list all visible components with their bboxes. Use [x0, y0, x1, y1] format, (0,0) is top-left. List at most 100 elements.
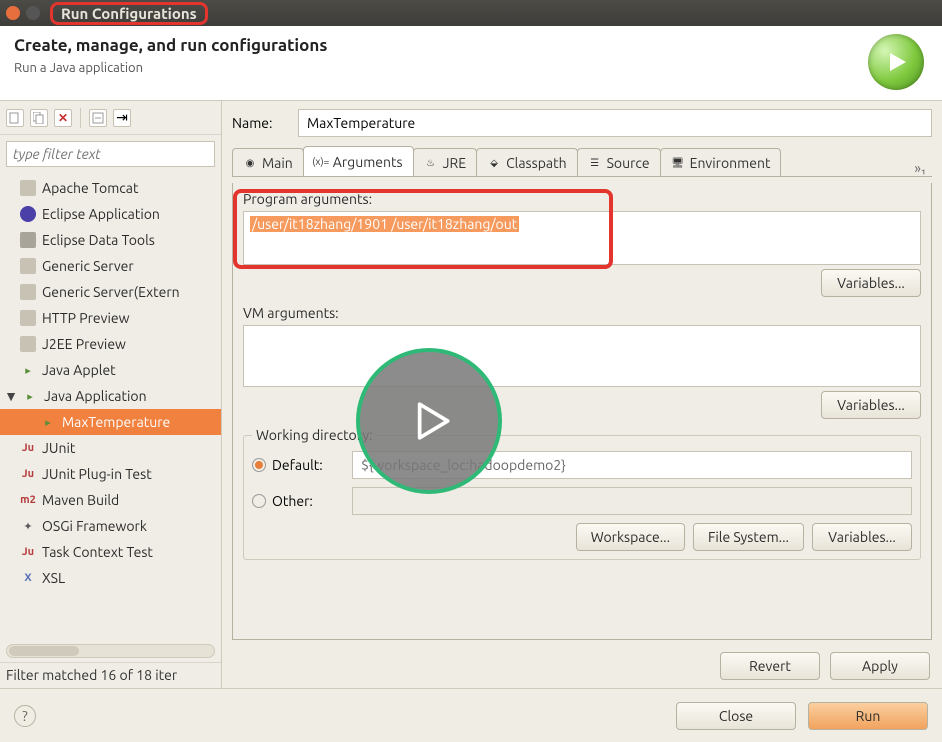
tree-item-eclipse-data-tools[interactable]: Eclipse Data Tools [0, 227, 221, 253]
name-label: Name: [232, 115, 288, 131]
program-args-variables-button[interactable]: Variables... [821, 269, 921, 297]
tree-item-osgi-framework[interactable]: ✦ OSGi Framework [0, 513, 221, 539]
classpath-tab-icon: ⬙ [487, 156, 501, 170]
program-args-value: /user/it18zhang/1901 /user/it18zhang/out [250, 216, 519, 232]
tab-label: Main [262, 155, 293, 171]
dialog-subtitle: Run a Java application [14, 61, 327, 75]
tree-item-label: MaxTemperature [62, 414, 170, 430]
server-icon [20, 336, 36, 352]
new-config-icon[interactable] [6, 109, 24, 127]
java-icon: ▸ [22, 388, 38, 404]
jre-tab-icon: ♨ [424, 156, 438, 170]
java-icon: ▸ [40, 414, 56, 430]
tab-label: Classpath [506, 155, 567, 171]
radio-checked-icon[interactable] [252, 458, 266, 472]
wd-default-radio-label[interactable]: Default: [252, 457, 342, 473]
tree-item-label: Generic Server [42, 258, 134, 274]
tree-item-label: JUnit [42, 440, 75, 456]
sidebar-toolbar: ✕ ⇥ [0, 101, 221, 135]
window-minimize-icon[interactable] [26, 6, 40, 20]
tree-item-label: Generic Server(Extern [42, 284, 180, 300]
tab-environment[interactable]: 🖥Environment [660, 148, 782, 176]
tree-item-label: Apache Tomcat [42, 180, 138, 196]
applet-icon: ▸ [20, 362, 36, 378]
tab-label: JRE [443, 155, 466, 171]
tree-item-label: HTTP Preview [42, 310, 129, 326]
tab-jre[interactable]: ♨ JRE [413, 148, 477, 176]
tree-item-j2ee-preview[interactable]: J2EE Preview [0, 331, 221, 357]
tab-source[interactable]: ☰ Source [577, 148, 661, 176]
tree-item-label: Task Context Test [42, 544, 153, 560]
config-tree[interactable]: Apache Tomcat Eclipse ApplicationEclipse … [0, 173, 221, 640]
tree-item-http-preview[interactable]: HTTP Preview [0, 305, 221, 331]
chevron-down-icon[interactable]: ▼ [6, 388, 16, 404]
filter-input[interactable] [6, 141, 215, 167]
horizontal-scrollbar[interactable] [6, 644, 215, 658]
tree-item-apache-tomcat[interactable]: Apache Tomcat [0, 175, 221, 201]
dialog-header: Create, manage, and run configurations R… [0, 26, 942, 100]
working-directory-group: Working directory: Default: Other: [243, 427, 921, 560]
tab-classpath[interactable]: ⬙ Classpath [476, 148, 578, 176]
osgi-icon: ✦ [20, 518, 36, 534]
apply-button[interactable]: Apply [830, 652, 930, 680]
arguments-tab-pane: Program arguments: /user/it18zhang/1901 … [232, 183, 932, 640]
server-icon [20, 180, 36, 196]
tree-item-xsl[interactable]: XXSL [0, 565, 221, 591]
duplicate-config-icon[interactable] [30, 109, 48, 127]
collapse-all-icon[interactable] [89, 109, 107, 127]
dialog-footer: ? Close Run [0, 688, 942, 742]
tree-item-generic-server[interactable]: Generic Server [0, 253, 221, 279]
vm-args-variables-button[interactable]: Variables... [821, 391, 921, 419]
server-icon [20, 258, 36, 274]
tabs-overflow-icon[interactable]: »₁ [908, 160, 932, 176]
tree-item-label: OSGi Framework [42, 518, 147, 534]
working-directory-legend: Working directory: [252, 427, 377, 443]
help-icon[interactable]: ? [14, 705, 36, 727]
tree-item-junit[interactable]: Ju JUnit [0, 435, 221, 461]
junit-icon: Ju [20, 466, 36, 482]
eclipse-icon [20, 206, 36, 222]
server-icon [20, 284, 36, 300]
config-panel: Name: ◉Main(x)=Arguments ♨ JRE ⬙ Classpath ☰ S… [222, 101, 942, 688]
vm-args-textarea[interactable] [243, 325, 921, 387]
tree-item-label: J2EE Preview [42, 336, 126, 352]
delete-config-icon[interactable]: ✕ [54, 109, 72, 127]
tree-item-generic-server-extern[interactable]: Generic Server(Extern [0, 279, 221, 305]
close-button[interactable]: Close [676, 702, 796, 730]
junit-icon: Ju [20, 440, 36, 456]
filter-icon[interactable]: ⇥ [113, 109, 131, 127]
tree-item-label: Java Applet [42, 362, 116, 378]
run-button[interactable]: Run [808, 702, 928, 730]
window-close-icon[interactable] [6, 6, 20, 20]
program-args-textarea[interactable]: /user/it18zhang/1901 /user/it18zhang/out [243, 211, 921, 265]
tab-main[interactable]: ◉Main [232, 148, 304, 176]
name-field[interactable] [298, 109, 932, 137]
wd-other-radio-label[interactable]: Other: [252, 493, 342, 509]
revert-button[interactable]: Revert [720, 652, 820, 680]
tab-arguments[interactable]: (x)=Arguments [303, 146, 414, 176]
tab-label: Arguments [333, 154, 403, 170]
file-system-button[interactable]: File System... [693, 523, 804, 551]
name-row: Name: [232, 109, 932, 137]
workspace-button[interactable]: Workspace... [576, 523, 685, 551]
radio-unchecked-icon[interactable] [252, 494, 266, 508]
filter-row [6, 141, 215, 167]
revert-apply-row: Revert Apply [232, 646, 932, 682]
tree-item-label: XSL [42, 570, 65, 586]
source-tab-icon: ☰ [588, 156, 602, 170]
wd-variables-button[interactable]: Variables... [812, 523, 912, 551]
tree-item-label: Maven Build [42, 492, 119, 508]
tree-item-java-applet[interactable]: ▸ Java Applet [0, 357, 221, 383]
toolbar-separator [80, 108, 81, 128]
tree-item-maven-build[interactable]: m2Maven Build [0, 487, 221, 513]
server-icon [20, 310, 36, 326]
tree-item-task-context-test[interactable]: JuTask Context Test [0, 539, 221, 565]
tab-label: Source [607, 155, 650, 171]
tree-item-eclipse-application[interactable]: Eclipse Application [0, 201, 221, 227]
window-title: Run Configurations [61, 5, 197, 22]
config-sidebar: ✕ ⇥ Apache Tomcat Eclipse ApplicationEcli… [0, 101, 222, 688]
tree-item-maxtemperature[interactable]: ▸ MaxTemperature [0, 409, 221, 435]
tree-item-junit-plug-in-test[interactable]: JuJUnit Plug-in Test [0, 461, 221, 487]
dialog-body: ✕ ⇥ Apache Tomcat Eclipse ApplicationEcli… [0, 100, 942, 688]
tree-item-java-application[interactable]: ▼▸Java Application [0, 383, 221, 409]
